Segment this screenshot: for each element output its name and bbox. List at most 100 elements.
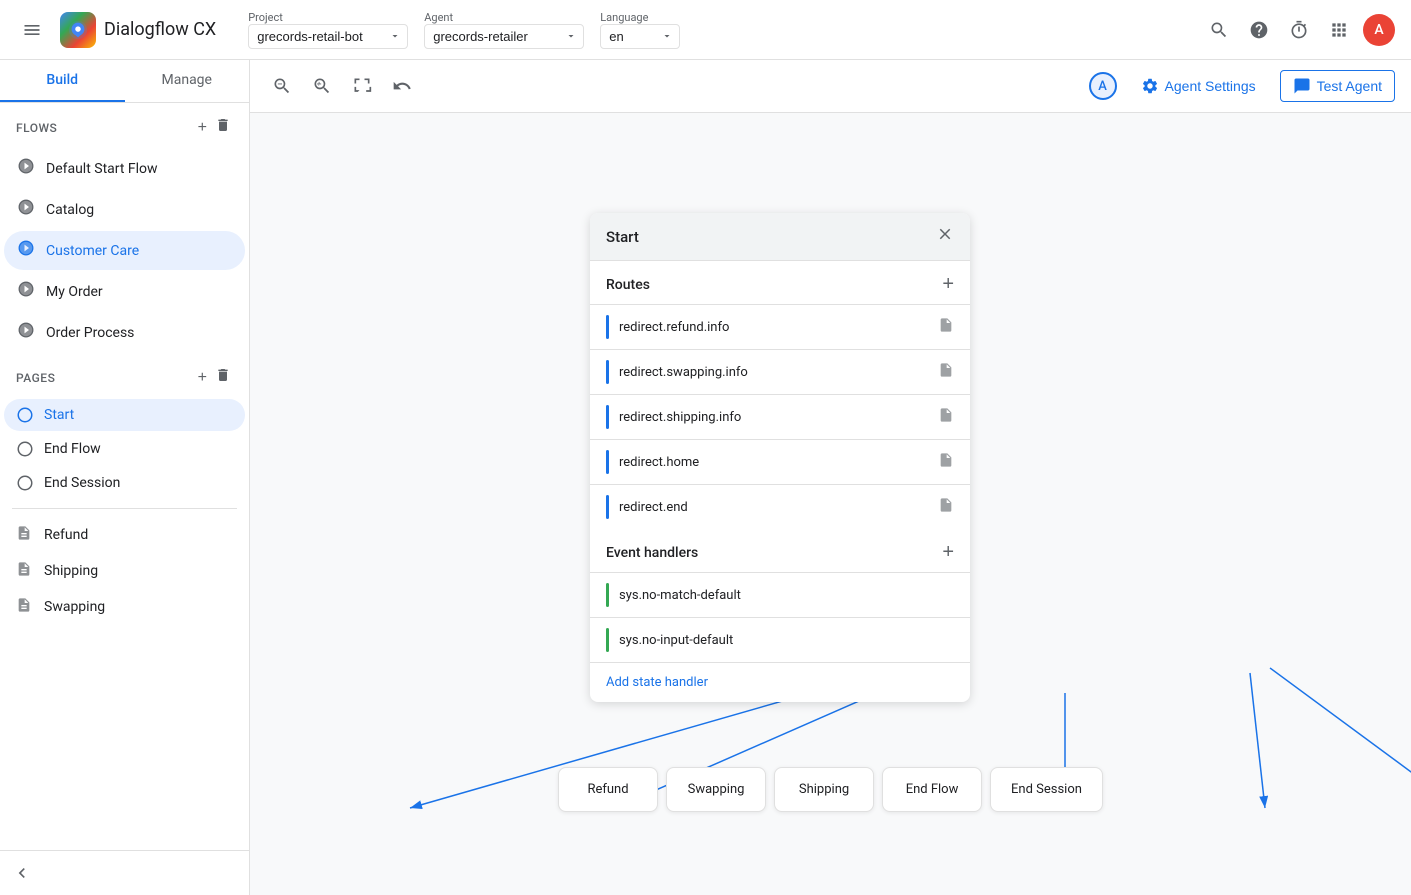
route-item-swapping-info[interactable]: redirect.swapping.info [590, 349, 970, 394]
pages-section-header: PAGES + [16, 365, 233, 390]
apps-icon[interactable] [1323, 14, 1355, 46]
flow-icon [16, 321, 36, 344]
project-select[interactable]: grecords-retail-bot [248, 24, 408, 49]
user-avatar[interactable]: A [1363, 14, 1395, 46]
event-item-no-input[interactable]: sys.no-input-default [590, 617, 970, 662]
flows-section: FLOWS + [0, 103, 249, 148]
sidebar-item-order-process[interactable]: Order Process [4, 313, 245, 352]
zoom-out-button[interactable] [266, 70, 298, 102]
page-item-label: Shipping [44, 563, 98, 579]
search-icon[interactable] [1203, 14, 1235, 46]
page-item-refund[interactable]: Refund [4, 518, 245, 552]
route-item-home[interactable]: redirect.home [590, 439, 970, 484]
page-item-label: Start [44, 407, 74, 423]
page-item-label: End Session [44, 475, 120, 491]
route-name: redirect.home [619, 455, 699, 470]
refund-page-icon [16, 525, 34, 545]
flows-section-header: FLOWS + [16, 115, 233, 140]
route-item-refund-info[interactable]: redirect.refund.info [590, 304, 970, 349]
sidebar-item-my-order[interactable]: My Order [4, 272, 245, 311]
add-event-handler-button[interactable]: + [942, 541, 954, 564]
route-page-icon [938, 452, 954, 472]
language-select[interactable]: en [600, 24, 680, 49]
brand-logo-area[interactable]: Dialogflow CX [60, 12, 216, 48]
page-item-end-session[interactable]: End Session [4, 467, 245, 499]
brand-logo [60, 12, 96, 48]
pages-section: PAGES + [0, 353, 249, 398]
pages-divider [12, 508, 237, 509]
dialog-title: Start [606, 228, 639, 246]
end-session-page-icon [16, 474, 34, 492]
main-layout: Build Manage FLOWS + Default Start Flow [0, 60, 1411, 895]
toolbar-right: A Agent Settings Test Agent [1089, 70, 1395, 102]
event-handlers-section: Event handlers + sys.no-match-default sy… [590, 529, 970, 662]
agent-select[interactable]: grecords-retailer [424, 24, 584, 49]
help-icon[interactable] [1243, 14, 1275, 46]
route-left: redirect.shipping.info [606, 405, 741, 429]
event-name: sys.no-match-default [619, 588, 741, 603]
sidebar-tabs: Build Manage [0, 60, 249, 103]
event-handlers-header: Event handlers + [590, 529, 970, 572]
delete-flow-button[interactable] [213, 115, 233, 140]
routes-section: Routes + redirect.refund.info [590, 261, 970, 529]
project-label: Project [248, 11, 408, 24]
test-agent-button[interactable]: Test Agent [1280, 70, 1395, 102]
page-item-end-flow[interactable]: End Flow [4, 433, 245, 465]
route-indicator [606, 495, 609, 519]
canvas-content: Start Routes + redirect.refund.info [250, 113, 1411, 892]
page-item-shipping[interactable]: Shipping [4, 554, 245, 588]
nav-selects: Project grecords-retail-bot Agent grecor… [248, 11, 680, 49]
sidebar-item-catalog[interactable]: Catalog [4, 190, 245, 229]
dialog-close-button[interactable] [936, 225, 954, 248]
route-page-icon [938, 317, 954, 337]
delete-page-button[interactable] [213, 365, 233, 390]
sidebar-item-default-start-flow[interactable]: Default Start Flow [4, 149, 245, 188]
sidebar-item-customer-care[interactable]: Customer Care [4, 231, 245, 270]
timer-icon[interactable] [1283, 14, 1315, 46]
add-state-handler-link[interactable]: Add state handler [590, 662, 970, 702]
top-nav: Dialogflow CX Project grecords-retail-bo… [0, 0, 1411, 60]
routes-header: Routes + [590, 261, 970, 304]
page-item-swapping[interactable]: Swapping [4, 590, 245, 624]
sidebar-item-label: Customer Care [46, 243, 139, 259]
sidebar-item-label: Default Start Flow [46, 161, 158, 177]
add-flow-button[interactable]: + [196, 115, 209, 140]
route-name: redirect.shipping.info [619, 410, 741, 425]
route-page-icon [938, 497, 954, 517]
canvas-area: A Agent Settings Test Agent [250, 60, 1411, 895]
pages-label: PAGES [16, 371, 55, 385]
undo-button[interactable] [386, 70, 418, 102]
collapse-sidebar-button[interactable] [12, 863, 32, 883]
canvas-toolbar: A Agent Settings Test Agent [250, 60, 1411, 113]
sidebar-item-label: Catalog [46, 202, 94, 218]
sidebar-item-label: My Order [46, 284, 103, 300]
tab-manage[interactable]: Manage [125, 60, 250, 102]
tab-build[interactable]: Build [0, 60, 125, 102]
swapping-page-icon [16, 597, 34, 617]
end-session-node[interactable]: End Session [990, 767, 1103, 812]
swapping-node[interactable]: Swapping [666, 767, 766, 812]
route-page-icon [938, 362, 954, 382]
add-route-button[interactable]: + [942, 273, 954, 296]
end-flow-node[interactable]: End Flow [882, 767, 982, 812]
route-left: redirect.refund.info [606, 315, 729, 339]
flow-icon [16, 198, 36, 221]
refund-node[interactable]: Refund [558, 767, 658, 812]
menu-icon[interactable] [16, 14, 48, 46]
route-indicator [606, 405, 609, 429]
project-select-group: Project grecords-retail-bot [248, 11, 408, 49]
flows-label: FLOWS [16, 121, 57, 135]
route-item-end[interactable]: redirect.end [590, 484, 970, 529]
nav-right: A [1203, 14, 1395, 46]
route-item-shipping-info[interactable]: redirect.shipping.info [590, 394, 970, 439]
route-indicator [606, 360, 609, 384]
agent-settings-button[interactable]: Agent Settings [1129, 71, 1268, 101]
add-page-button[interactable]: + [196, 365, 209, 390]
zoom-in-button[interactable] [306, 70, 338, 102]
page-item-start[interactable]: Start [4, 399, 245, 431]
fit-screen-button[interactable] [346, 70, 378, 102]
event-item-no-match[interactable]: sys.no-match-default [590, 572, 970, 617]
pages-actions: + [196, 365, 233, 390]
shipping-node[interactable]: Shipping [774, 767, 874, 812]
route-indicator [606, 315, 609, 339]
